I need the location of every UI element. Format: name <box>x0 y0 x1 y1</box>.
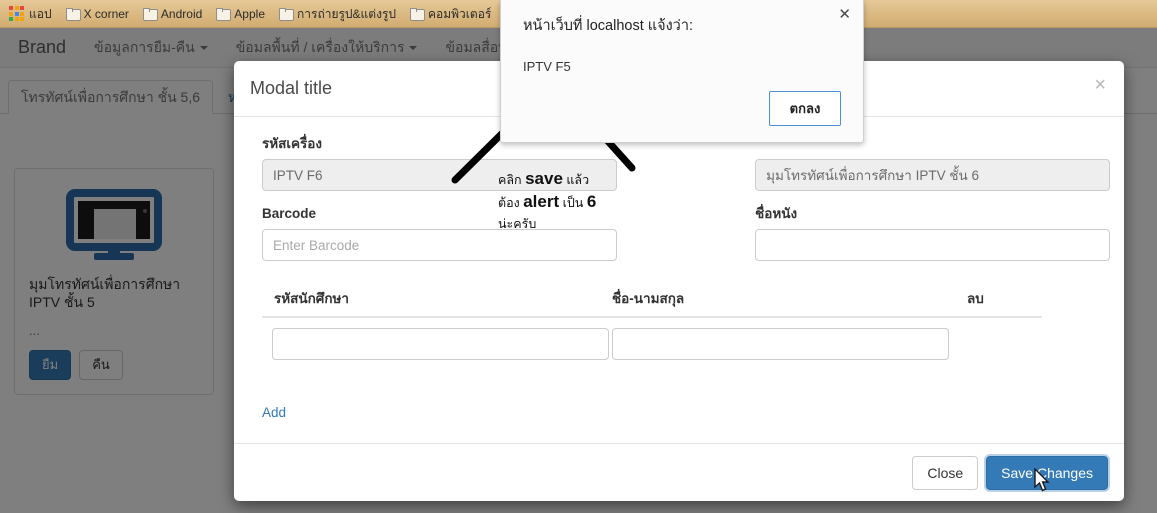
table-header-full-name: ชื่อ-นามสกุล <box>612 291 685 306</box>
bookmark-item[interactable]: คอมพิวเตอร์ <box>403 5 498 23</box>
annotation-line-3: น่ะครับ <box>498 217 537 231</box>
add-row-link[interactable]: Add <box>262 405 286 420</box>
form-col-right-2: ชื่อหนัง <box>755 205 1110 261</box>
apps-grid-cell <box>9 11 13 16</box>
table-cell-delete[interactable] <box>967 328 1027 360</box>
student-table-header: รหัสนักศึกษา ชื่อ-นามสกุล ลบ <box>262 287 1042 318</box>
form-row-2: Barcode ชื่อหนัง <box>248 205 1110 261</box>
folder-icon <box>279 8 294 21</box>
movie-name-label: ชื่อหนัง <box>755 206 798 221</box>
browser-screen: แอป X corner Android Apple การถ่ายรูป&แต่งร… <box>0 0 1157 513</box>
bookmark-apps[interactable]: แอป <box>2 4 59 23</box>
folder-icon <box>216 8 232 21</box>
annotation-line1-bold: save <box>525 169 563 188</box>
apps-grid-icon <box>9 6 24 21</box>
annotation-line-2: ต้อง alert เป็น 6 <box>498 191 618 214</box>
bookmark-item[interactable]: การถ่ายรูป&แต่งรูป <box>272 5 403 23</box>
table-header-delete: ลบ <box>967 291 984 306</box>
alert-ok-button[interactable]: ตกลง <box>769 91 841 126</box>
movie-name-input[interactable] <box>755 229 1110 261</box>
annotation-line-1: คลิก save แล้ว <box>498 168 618 191</box>
mouse-cursor <box>1034 468 1050 492</box>
apps-grid-cell <box>14 11 19 16</box>
apps-grid-cell <box>20 6 24 10</box>
student-id-input[interactable] <box>272 328 609 360</box>
table-cell-student-id <box>262 328 612 360</box>
bookmark-item[interactable]: X corner <box>59 5 136 23</box>
bookmark-label: Apple <box>234 6 265 21</box>
table-row <box>262 328 1042 360</box>
close-button[interactable]: Close <box>912 455 979 490</box>
annotation-line1-post: แล้ว <box>562 173 590 187</box>
bookmark-label: คอมพิวเตอร์ <box>428 6 492 21</box>
annotation-text: คลิก save แล้ว ต้อง alert เป็น 6 น่ะครับ <box>498 168 618 235</box>
bookmark-label: แอป <box>29 6 52 21</box>
table-cell-full-name <box>612 328 967 360</box>
full-name-input[interactable] <box>612 328 949 360</box>
folder-icon <box>142 8 158 21</box>
apps-grid-cell <box>20 11 24 16</box>
modal-footer: Close Save Changes <box>234 443 1124 501</box>
form-gap-2 <box>617 205 755 261</box>
apps-grid-cell <box>9 17 13 21</box>
modal-body: รหัสเครื่อง . Barcode ชื่อหนัง <box>234 117 1124 442</box>
alert-title: หน้าเว็บที่ localhost แจ้งว่า: <box>523 18 693 34</box>
alert-close-icon[interactable]: ✕ <box>838 7 851 22</box>
folder-icon <box>410 8 425 21</box>
bookmark-item[interactable]: Apple <box>209 5 272 23</box>
table-header-student-id: รหัสนักศึกษา <box>274 291 350 306</box>
alert-message: IPTV F5 <box>523 59 571 74</box>
form-gap <box>617 135 755 191</box>
browser-alert-dialog: หน้าเว็บที่ localhost แจ้งว่า: IPTV F5 ✕… <box>500 0 864 143</box>
location-input <box>755 159 1110 191</box>
annotation-line2-pre: ต้อง <box>498 196 524 210</box>
annotation-line2-mid: เป็น <box>559 196 587 210</box>
folder-icon <box>65 8 81 21</box>
annotation-line1-pre: คลิก <box>498 173 526 187</box>
bookmark-label: Android <box>160 6 203 21</box>
annotation-line2-bold: alert <box>523 192 560 211</box>
apps-grid-cell <box>14 6 19 10</box>
modal-title: Modal title <box>250 78 333 98</box>
apps-grid-cell <box>9 6 13 10</box>
apps-grid-cell <box>20 17 24 21</box>
bookmark-label: X corner <box>83 6 129 21</box>
bookmark-label: การถ่ายรูป&แต่งรูป <box>297 6 396 21</box>
bookmark-item[interactable]: Android <box>136 5 209 23</box>
annotation-line2-num: 6 <box>586 192 597 211</box>
form-col-right: . <box>755 135 1110 191</box>
form-row-1: รหัสเครื่อง . <box>248 135 1110 191</box>
apps-grid-cell <box>14 17 19 21</box>
close-icon[interactable]: × <box>1094 75 1106 95</box>
